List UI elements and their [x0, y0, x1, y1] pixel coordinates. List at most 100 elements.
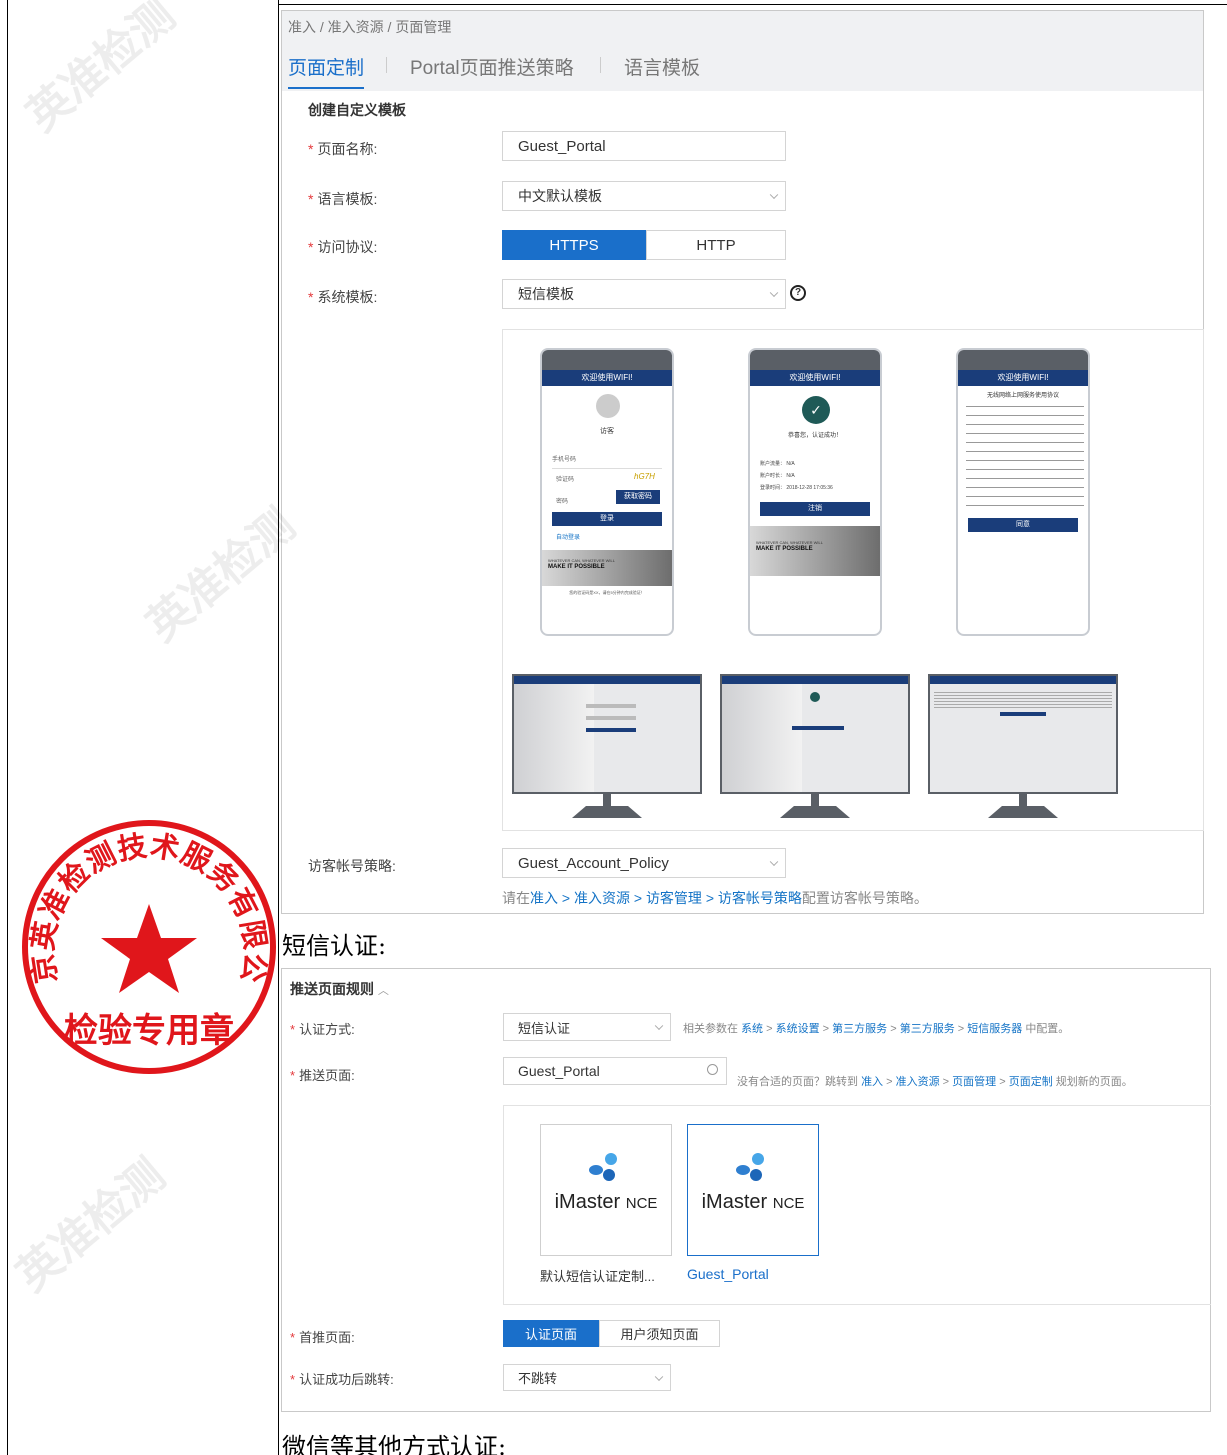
- link-admission[interactable]: 准入: [530, 890, 558, 906]
- system-template-select[interactable]: 短信模板: [502, 279, 786, 309]
- first-page-notice-button[interactable]: 用户须知页面: [599, 1320, 720, 1347]
- section-title: 创建自定义模板: [308, 102, 406, 118]
- logout-button: 注销: [760, 502, 870, 516]
- table-border-divider: [278, 0, 279, 1455]
- chevron-down-icon: [769, 190, 779, 200]
- auth-method-label: * 认证方式:: [290, 1022, 355, 1037]
- success-text: 恭喜您，认证成功！: [787, 433, 842, 439]
- protocol-label: * 访问协议:: [308, 239, 378, 255]
- page-card-caption: Guest_Portal: [687, 1266, 769, 1282]
- monitor-preview-login: [512, 674, 702, 794]
- password-field: 密码: [556, 499, 569, 505]
- link-admission[interactable]: 准入: [861, 1076, 883, 1088]
- watermark: 英准检测: [17, 0, 185, 141]
- page-cards-area: iMaster NCE 默认短信认证定制... iMaster NCE Gues…: [503, 1105, 1211, 1305]
- link-page-customization[interactable]: 页面定制: [1009, 1076, 1053, 1088]
- language-template-select[interactable]: 中文默认模板: [502, 181, 786, 211]
- guest-label: 访客: [600, 428, 614, 435]
- screenshot-push-rules: 推送页面规则 ︿ * 认证方式: 短信认证 相关参数在 系统 > 系统设置 > 第…: [281, 968, 1211, 1412]
- star-icon: [101, 904, 197, 993]
- monitor-preview-success: [720, 674, 910, 794]
- agreement-text: [966, 402, 1084, 508]
- phone-preview-agreement: 欢迎使用WIFI! 无线网络上网服务使用协议 同意: [956, 348, 1090, 636]
- link-third-party-service-2[interactable]: 第三方服务: [900, 1023, 955, 1035]
- watermark: 英准检测: [7, 1150, 175, 1301]
- screenshot-page-customization: 准入 / 准入资源 / 页面管理 页面定制 Portal页面推送策略 语言模板 …: [281, 10, 1204, 914]
- push-page-label: * 推送页面:: [290, 1068, 355, 1083]
- tab-active-indicator: [288, 87, 364, 89]
- template-preview-area: 欢迎使用WIFI! 访客 手机号码 验证码 hG7H 密码 获取密码 登录 自动…: [502, 329, 1204, 831]
- monitor-stand: [988, 806, 1058, 818]
- table-border-left: [7, 0, 8, 1455]
- imaster-logo-icon: [589, 1151, 623, 1181]
- protocol-https-button[interactable]: HTTPS: [502, 230, 646, 260]
- link-guest-account-policy[interactable]: 访客帐号策略: [718, 890, 802, 906]
- guest-policy-select[interactable]: Guest_Account_Policy: [502, 848, 786, 878]
- success-check-icon: ✓: [802, 396, 830, 424]
- get-code-button: 获取密码: [616, 490, 660, 504]
- monitor-stand: [572, 806, 642, 818]
- page-card-caption: 默认短信认证定制...: [540, 1269, 655, 1284]
- banner-image: WHATEVER CAN, WHATEVER WILL MAKE IT POSS…: [750, 526, 880, 576]
- chevron-down-icon: [769, 857, 779, 867]
- link-third-party-service[interactable]: 第三方服务: [832, 1023, 887, 1035]
- chevron-down-icon: [654, 1021, 664, 1031]
- tab-divider: [600, 57, 601, 73]
- monitor-neck: [603, 794, 611, 806]
- tab-language-template[interactable]: 语言模板: [624, 53, 700, 80]
- guest-policy-hint: 请在准入 > 准入资源 > 访客管理 > 访客帐号策略配置访客帐号策略。: [502, 890, 928, 906]
- link-sms-server[interactable]: 短信服务器: [967, 1023, 1022, 1035]
- chevron-down-icon: [654, 1372, 664, 1381]
- first-page-label: * 首推页面:: [290, 1330, 355, 1345]
- table-border-top: [278, 4, 1227, 5]
- phone-preview-login: 欢迎使用WIFI! 访客 手机号码 验证码 hG7H 密码 获取密码 登录 自动…: [540, 348, 674, 636]
- tab-divider: [386, 57, 387, 73]
- brand-text: iMaster NCE: [701, 1191, 805, 1213]
- phone-title: 欢迎使用WIFI!: [958, 370, 1088, 386]
- link-system-settings[interactable]: 系统设置: [776, 1023, 820, 1035]
- monitor-neck: [1019, 794, 1027, 806]
- sms-auth-heading: 短信认证:: [282, 932, 387, 960]
- push-rules-title: 推送页面规则 ︿: [290, 981, 389, 997]
- help-icon[interactable]: ?: [790, 285, 806, 301]
- phone-field: 手机号码: [552, 457, 577, 463]
- tab-portal-push-policy[interactable]: Portal页面推送策略: [410, 53, 574, 80]
- redirect-select[interactable]: 不跳转: [503, 1364, 671, 1391]
- captcha-image: hG7H: [634, 472, 655, 481]
- tab-page-customization[interactable]: 页面定制: [288, 53, 364, 80]
- monitor-stand: [780, 806, 850, 818]
- page-card-default-sms[interactable]: iMaster NCE: [540, 1124, 672, 1256]
- account-info: 账户流量： N/A 账户时长： N/A 登录时间： 2018-12-28 17:…: [760, 461, 833, 491]
- phone-footer: 您的验证码是XX，请在5分钟内完成验证！: [569, 590, 645, 595]
- first-page-auth-button[interactable]: 认证页面: [503, 1320, 599, 1347]
- agreement-title: 无线网络上网服务使用协议: [986, 393, 1059, 399]
- system-template-label: * 系统模板:: [308, 289, 378, 305]
- login-button: 登录: [552, 512, 662, 526]
- banner-image: WHATEVER CAN, WHATEVER WILL MAKE IT POSS…: [542, 550, 672, 586]
- auth-hint: 相关参数在 系统 > 系统设置 > 第三方服务 > 第三方服务 > 短信服务器 …: [683, 1023, 1070, 1035]
- link-admission-resources[interactable]: 准入资源: [896, 1076, 940, 1088]
- guest-policy-label: 访客帐号策略:: [308, 858, 396, 874]
- link-guest-management[interactable]: 访客管理: [646, 890, 702, 906]
- page-name-input[interactable]: Guest_Portal: [502, 131, 786, 161]
- chevron-up-icon: ︿: [377, 985, 389, 997]
- brand-text: iMaster NCE: [554, 1191, 658, 1213]
- agree-button: 同意: [968, 518, 1078, 532]
- push-hint: 没有合适的页面？跳转到 准入 > 准入资源 > 页面管理 > 页面定制 规划新的…: [737, 1076, 1133, 1088]
- link-page-management[interactable]: 页面管理: [952, 1076, 996, 1088]
- link-admission-resources[interactable]: 准入资源: [574, 890, 630, 906]
- phone-preview-success: 欢迎使用WIFI! ✓ 恭喜您，认证成功！ 账户流量： N/A 账户时长： N/…: [748, 348, 882, 636]
- push-page-input[interactable]: Guest_Portal: [503, 1057, 727, 1085]
- redirect-label: * 认证成功后跳转:: [290, 1372, 394, 1387]
- auto-login-label: 自动登录: [556, 535, 581, 541]
- auth-method-select[interactable]: 短信认证: [503, 1013, 671, 1041]
- watermark: 英准检测: [137, 500, 305, 651]
- breadcrumb: 准入 / 准入资源 / 页面管理: [288, 19, 452, 35]
- protocol-http-button[interactable]: HTTP: [646, 230, 786, 260]
- wechat-auth-heading: 微信等其他方式认证:: [282, 1433, 507, 1455]
- search-icon[interactable]: [707, 1064, 718, 1075]
- page-card-guest-portal[interactable]: iMaster NCE: [687, 1124, 819, 1256]
- avatar-icon: [596, 394, 620, 418]
- official-stamp: 北京英准检测技术服务有限公司 检验专用章: [18, 816, 276, 1074]
- link-system[interactable]: 系统: [741, 1023, 763, 1035]
